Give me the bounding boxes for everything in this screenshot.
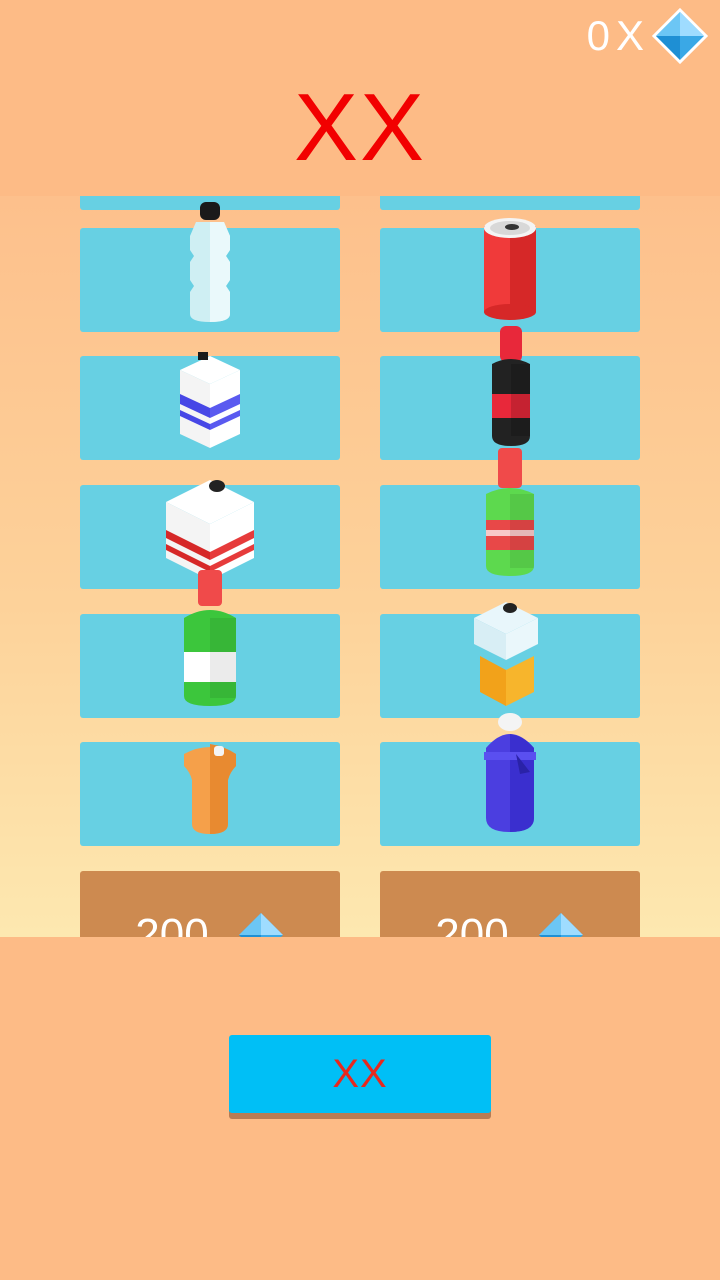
- currency-multiplier: X: [615, 12, 644, 59]
- green-bottle-white-label-icon: [184, 570, 236, 706]
- green-bottle-red-label-icon: [486, 448, 534, 576]
- black-bottle-icon: [492, 326, 530, 446]
- diamond-icon: [538, 913, 583, 937]
- orange-pouch-icon: [184, 744, 236, 834]
- milk-carton-icon: [180, 352, 240, 448]
- shop-card-partial-right[interactable]: [380, 196, 640, 210]
- locked-card-left[interactable]: 200: [80, 871, 340, 937]
- diamond-icon: [652, 8, 708, 64]
- price-label: 200: [135, 910, 209, 937]
- footer: XX: [0, 937, 720, 1280]
- water-bottle-icon: [190, 202, 230, 322]
- shop-grid[interactable]: 200 200: [0, 196, 720, 937]
- currency-display: 0 X: [587, 8, 708, 64]
- red-soda-can-icon: [484, 218, 536, 320]
- page-title: XX: [293, 74, 427, 181]
- price-label: 200: [435, 910, 509, 937]
- header: 0 X XX: [0, 0, 720, 196]
- orange-carton-icon: [474, 602, 538, 706]
- blue-jug-icon: [484, 713, 536, 832]
- locked-card-right[interactable]: 200: [380, 871, 640, 937]
- confirm-button[interactable]: XX: [229, 1035, 491, 1113]
- currency-count: 0: [586, 12, 610, 59]
- confirm-button-label: XX: [332, 1051, 388, 1096]
- diamond-icon: [238, 913, 283, 937]
